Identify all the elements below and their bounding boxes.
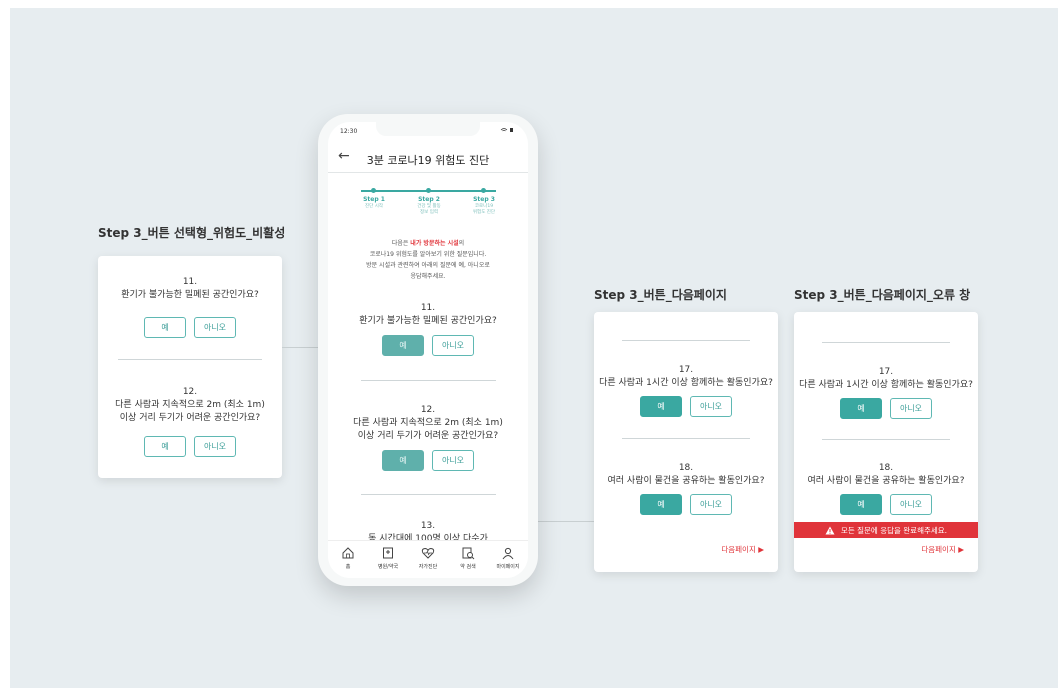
- answer-buttons: 예 아니오: [98, 317, 282, 338]
- yes-button[interactable]: 예: [640, 396, 682, 417]
- answer-buttons: 예 아니오: [98, 436, 282, 457]
- question-text: 여러 사람이 물건을 공유하는 활동인가요?: [607, 476, 765, 486]
- tab-hospital[interactable]: 병원/약국: [370, 541, 406, 578]
- answer-buttons: 예 아니오: [794, 398, 978, 419]
- user-icon: [502, 547, 514, 560]
- answer-buttons: 예 아니오: [328, 335, 528, 356]
- yes-button[interactable]: 예: [144, 317, 186, 338]
- no-button[interactable]: 아니오: [690, 396, 732, 417]
- question-text-line2: 이상 거리 두기가 어려운 공간인가요?: [119, 413, 261, 423]
- hospital-icon: [383, 547, 393, 559]
- no-button[interactable]: 아니오: [432, 450, 474, 471]
- error-banner: 모든 질문에 응답을 완료해주세요.: [794, 522, 978, 538]
- tab-drug-search[interactable]: 약 검색: [450, 541, 486, 578]
- next-page-link[interactable]: 다음페이지 ▶: [921, 544, 964, 555]
- status-time: 12:30: [340, 128, 358, 135]
- bottom-tab-bar: 홈 병원/약국 자가진단 약 검색 마이페이지: [328, 540, 528, 578]
- divider: [622, 438, 750, 439]
- question-text-line2: 이상 거리 두기가 어려운 공간인가요?: [357, 431, 499, 441]
- page-title: 3분 코로나19 위험도 진단: [366, 154, 490, 167]
- question-text: 다른 사람과 1시간 이상 함께하는 활동인가요?: [599, 378, 773, 388]
- answer-buttons: 예 아니오: [594, 494, 778, 515]
- step-3-dot: [481, 188, 486, 193]
- question-12: 12. 다른 사람과 지속적으로 2m (최소 1m) 이상 거리 두기가 어려…: [98, 386, 282, 425]
- answer-buttons: 예 아니오: [328, 450, 528, 471]
- next-page-card: 17. 다른 사람과 1시간 이상 함께하는 활동인가요? 예 아니오 18. …: [594, 312, 778, 572]
- question-18: 18. 여러 사람이 물건을 공유하는 활동인가요?: [594, 462, 778, 488]
- intro-text: 다음은 내가 방문하는 시설의 코로나19 위험도를 알아보기 위한 질문입니다…: [366, 240, 490, 280]
- divider: [822, 439, 950, 440]
- question-text: 환기가 불가능한 밀폐된 공간인가요?: [121, 290, 259, 300]
- status-icons: [500, 127, 514, 135]
- no-button[interactable]: 아니오: [194, 317, 236, 338]
- yes-button[interactable]: 예: [840, 398, 882, 419]
- step-1-dot: [371, 188, 376, 193]
- question-17: 17. 다른 사람과 1시간 이상 함께하는 활동인가요?: [594, 364, 778, 390]
- no-button[interactable]: 아니오: [890, 398, 932, 419]
- header-divider: [328, 172, 528, 173]
- yes-button[interactable]: 예: [640, 494, 682, 515]
- yes-button[interactable]: 예: [840, 494, 882, 515]
- yes-button[interactable]: 예: [144, 436, 186, 457]
- question-12: 12. 다른 사람과 지속적으로 2m (최소 1m) 이상 거리 두기가 어려…: [328, 404, 528, 443]
- question-text: 여러 사람이 물건을 공유하는 활동인가요?: [807, 476, 965, 486]
- no-button[interactable]: 아니오: [890, 494, 932, 515]
- label-error-variant: Step 3_버튼_다음페이지_오류 창: [794, 288, 971, 302]
- phone-screen: 12:30 ← 3분 코로나19 위험도 진단 Step 1 진단 시작 Ste…: [328, 122, 528, 578]
- question-text: 다른 사람과 1시간 이상 함께하는 활동인가요?: [799, 380, 973, 390]
- question-number: 11.: [182, 277, 198, 287]
- divider: [361, 494, 496, 495]
- drug-search-icon: [462, 547, 475, 560]
- divider: [361, 380, 496, 381]
- step-3-label: Step 3 코로나19 위험도 진단: [472, 196, 496, 215]
- tab-home[interactable]: 홈: [330, 541, 366, 578]
- question-number: 11.: [420, 303, 436, 313]
- divider: [822, 342, 950, 343]
- question-number: 12.: [420, 405, 436, 415]
- question-17: 17. 다른 사람과 1시간 이상 함께하는 활동인가요?: [794, 366, 978, 392]
- question-11: 11. 환기가 불가능한 밀폐된 공간인가요?: [328, 302, 528, 328]
- question-number: 17.: [878, 367, 894, 377]
- divider: [622, 340, 750, 341]
- phone-notch: [376, 122, 480, 136]
- yes-button[interactable]: 예: [382, 450, 424, 471]
- question-18: 18. 여러 사람이 물건을 공유하는 활동인가요?: [794, 462, 978, 488]
- label-inactive-variant: Step 3_버튼 선택형_위험도_비활성: [98, 226, 286, 240]
- yes-button[interactable]: 예: [382, 335, 424, 356]
- question-number: 12.: [182, 387, 198, 397]
- question-number: 18.: [678, 463, 694, 473]
- heart-pulse-icon: [421, 547, 435, 559]
- step-1-label: Step 1 진단 시작: [363, 196, 385, 209]
- wifi-battery-icon: [500, 128, 513, 132]
- no-button[interactable]: 아니오: [432, 335, 474, 356]
- question-11: 11. 환기가 불가능한 밀폐된 공간인가요?: [98, 276, 282, 302]
- divider: [118, 359, 262, 360]
- error-card: 17. 다른 사람과 1시간 이상 함께하는 활동인가요? 예 아니오 18. …: [794, 312, 978, 572]
- label-next-page-variant: Step 3_버튼_다음페이지: [594, 288, 727, 302]
- answer-buttons: 예 아니오: [594, 396, 778, 417]
- tab-mypage[interactable]: 마이페이지: [490, 541, 526, 578]
- question-number: 13.: [420, 521, 436, 531]
- phone-mockup: 12:30 ← 3분 코로나19 위험도 진단 Step 1 진단 시작 Ste…: [318, 114, 538, 586]
- warning-icon: [825, 526, 835, 534]
- step-2-dot: [426, 188, 431, 193]
- question-text: 환기가 불가능한 밀폐된 공간인가요?: [359, 316, 497, 326]
- question-number: 18.: [878, 463, 894, 473]
- inactive-question-card: 11. 환기가 불가능한 밀폐된 공간인가요? 예 아니오 12. 다른 사람과…: [98, 256, 282, 478]
- question-text-line1: 다른 사람과 지속적으로 2m (최소 1m): [353, 418, 503, 428]
- question-text-line1: 다른 사람과 지속적으로 2m (최소 1m): [115, 400, 265, 410]
- no-button[interactable]: 아니오: [690, 494, 732, 515]
- answer-buttons: 예 아니오: [794, 494, 978, 515]
- no-button[interactable]: 아니오: [194, 436, 236, 457]
- tab-self-check[interactable]: 자가진단: [410, 541, 446, 578]
- error-message: 모든 질문에 응답을 완료해주세요.: [840, 525, 948, 535]
- home-icon: [342, 547, 354, 559]
- question-number: 17.: [678, 365, 694, 375]
- step-2-label: Step 2 건강 및 활동 정보 입력: [417, 196, 441, 215]
- next-page-link[interactable]: 다음페이지 ▶: [721, 544, 764, 555]
